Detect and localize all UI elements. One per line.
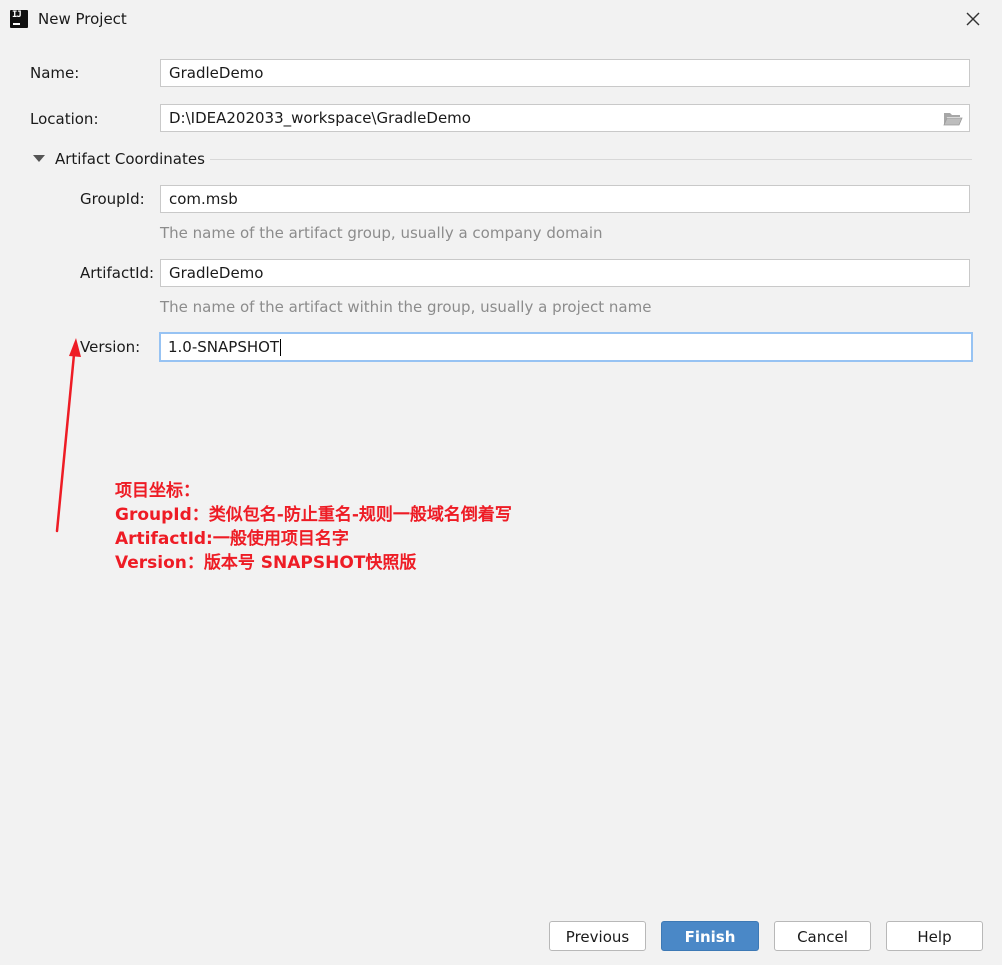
expand-triangle-icon bbox=[33, 155, 45, 162]
location-field[interactable] bbox=[160, 104, 970, 132]
version-input[interactable] bbox=[161, 334, 928, 360]
section-divider bbox=[210, 159, 972, 160]
finish-button[interactable]: Finish bbox=[661, 921, 759, 951]
location-label: Location: bbox=[30, 110, 99, 128]
groupid-label: GroupId: bbox=[80, 190, 145, 208]
annotation-line: Version：版本号 SNAPSHOT快照版 bbox=[115, 553, 417, 573]
folder-icon[interactable] bbox=[943, 110, 963, 127]
annotation-line: GroupId：类似包名-防止重名-规则一般域名倒着写 bbox=[115, 505, 512, 525]
name-input[interactable] bbox=[161, 60, 929, 86]
artifactid-hint: The name of the artifact within the grou… bbox=[160, 298, 652, 316]
text-caret bbox=[280, 339, 281, 356]
artifactid-field[interactable] bbox=[160, 259, 970, 287]
help-button[interactable]: Help bbox=[886, 921, 983, 951]
annotation-line: ArtifactId:一般使用项目名字 bbox=[115, 529, 349, 549]
artifactid-label: ArtifactId: bbox=[80, 264, 155, 282]
close-button[interactable] bbox=[962, 8, 984, 30]
name-label: Name: bbox=[30, 64, 80, 82]
groupid-field[interactable] bbox=[160, 185, 970, 213]
app-icon-glyph: IJ bbox=[12, 10, 22, 20]
close-icon bbox=[966, 12, 980, 26]
annotation-arrow bbox=[55, 338, 81, 533]
intellij-idea-icon: IJ bbox=[10, 10, 28, 28]
version-field[interactable] bbox=[159, 332, 973, 362]
annotation-note: 项目坐标： GroupId：类似包名-防止重名-规则一般域名倒着写 Artifa… bbox=[115, 479, 512, 575]
title-bar: IJ New Project bbox=[0, 0, 1002, 38]
window-title: New Project bbox=[38, 10, 127, 28]
section-title: Artifact Coordinates bbox=[55, 150, 205, 168]
location-input[interactable] bbox=[161, 105, 929, 131]
artifactid-input[interactable] bbox=[161, 260, 929, 286]
name-field[interactable] bbox=[160, 59, 970, 87]
groupid-input[interactable] bbox=[161, 186, 929, 212]
annotation-line: 项目坐标： bbox=[115, 481, 200, 501]
cancel-button[interactable]: Cancel bbox=[774, 921, 871, 951]
groupid-hint: The name of the artifact group, usually … bbox=[160, 224, 603, 242]
previous-button[interactable]: Previous bbox=[549, 921, 646, 951]
